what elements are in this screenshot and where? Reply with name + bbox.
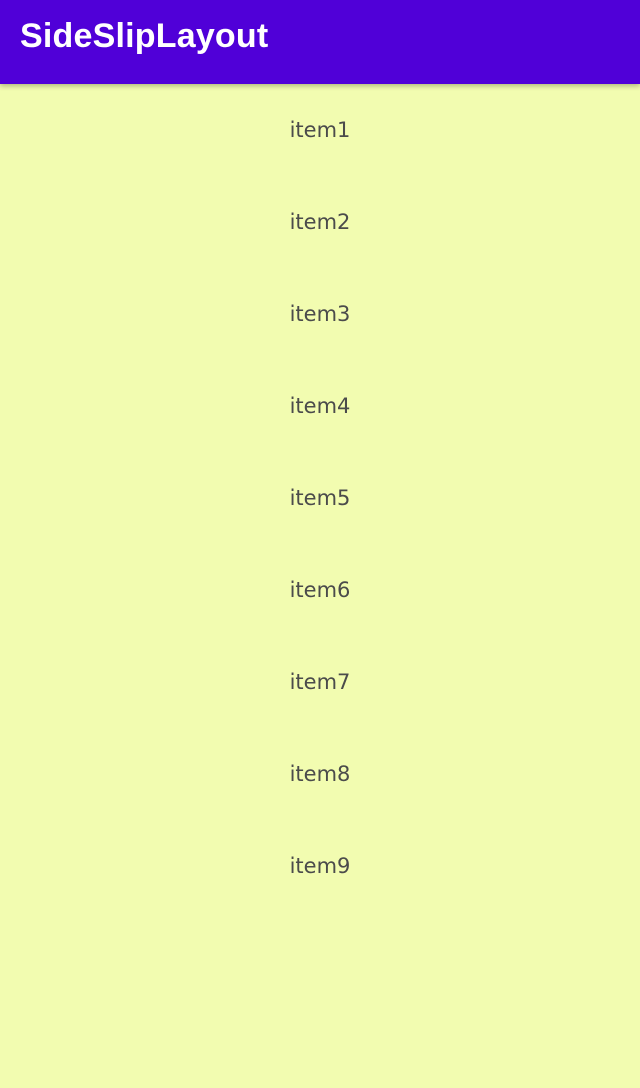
list-item-label: item4 xyxy=(289,394,351,418)
list-item-label: item8 xyxy=(289,762,351,786)
list-item[interactable]: item4 xyxy=(0,360,640,452)
list-item[interactable]: item7 xyxy=(0,636,640,728)
list-item-label: item7 xyxy=(289,670,351,694)
list-item[interactable]: item2 xyxy=(0,176,640,268)
list-item-label: item1 xyxy=(289,118,351,142)
list-item[interactable]: item8 xyxy=(0,728,640,820)
app-bar: SideSlipLayout xyxy=(0,0,640,84)
list-item-label: item2 xyxy=(289,210,351,234)
list-item[interactable]: item6 xyxy=(0,544,640,636)
app-screen: SideSlipLayout item1 item2 item3 item4 i… xyxy=(0,0,640,1088)
list-item[interactable]: item3 xyxy=(0,268,640,360)
app-title: SideSlipLayout xyxy=(20,17,269,55)
list-item[interactable]: item5 xyxy=(0,452,640,544)
list-item[interactable]: item1 xyxy=(0,84,640,176)
list-item-label: item6 xyxy=(289,578,351,602)
list-item-label: item5 xyxy=(289,486,351,510)
item-list[interactable]: item1 item2 item3 item4 item5 item6 item… xyxy=(0,84,640,1088)
list-item[interactable]: item9 xyxy=(0,820,640,912)
list-item-label: item9 xyxy=(289,854,351,878)
list-item-label: item3 xyxy=(289,302,351,326)
